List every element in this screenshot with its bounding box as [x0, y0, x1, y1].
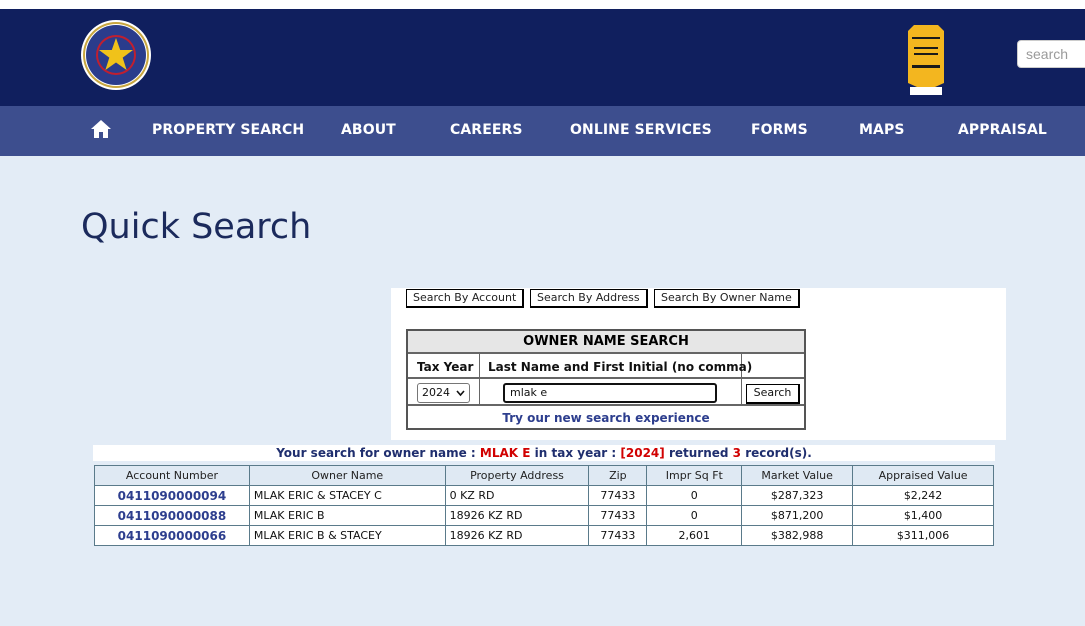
owner-name-input[interactable]: mlak e	[503, 383, 717, 403]
impr-sqft-cell: 0	[646, 505, 743, 526]
address-cell: 18926 KZ RD	[444, 505, 590, 526]
col-zip[interactable]: Zip	[588, 465, 648, 486]
appraised-value-cell: $311,006	[852, 525, 994, 546]
appraised-value-cell: $1,400	[852, 505, 994, 526]
form-title: OWNER NAME SEARCH	[408, 331, 804, 354]
summary-count: 3	[732, 446, 742, 460]
account-number-link[interactable]: 0411090000066	[94, 525, 250, 546]
col-account-number[interactable]: Account Number	[94, 465, 250, 486]
summary-middle: in tax year :	[530, 446, 621, 460]
owner-name-label: Last Name and First Initial (no comma)	[488, 360, 753, 374]
top-strip	[0, 0, 1085, 9]
zip-cell: 77433	[588, 505, 648, 526]
chevron-down-icon	[456, 390, 465, 397]
site-header: search	[0, 9, 1085, 106]
nav-property-search[interactable]: PROPERTY SEARCH	[152, 122, 304, 138]
account-number-link[interactable]: 0411090000088	[94, 505, 250, 526]
main-nav: PROPERTY SEARCH ABOUT CAREERS ONLINE SER…	[0, 106, 1085, 156]
tax-year-label: Tax Year	[417, 360, 474, 374]
nav-careers[interactable]: CAREERS	[450, 122, 523, 138]
form-divider	[408, 404, 804, 406]
owner-name-cell: MLAK ERIC & STACEY C	[248, 485, 446, 506]
table-row: 0411090000094 MLAK ERIC & STACEY C 0 KZ …	[94, 485, 994, 506]
summary-suffix: record(s).	[741, 446, 812, 460]
result-summary: Your search for owner name : MLAK E in t…	[93, 445, 995, 461]
table-row: 0411090000088 MLAK ERIC B 18926 KZ RD 77…	[94, 505, 994, 526]
nav-appraisal[interactable]: APPRAISAL	[958, 122, 1047, 138]
col-impr-sq-ft[interactable]: Impr Sq Ft	[646, 465, 743, 486]
search-by-address-button[interactable]: Search By Address	[530, 289, 648, 308]
summary-year: [2024]	[620, 446, 665, 460]
zip-cell: 77433	[588, 485, 648, 506]
tax-year-value: 2024	[422, 386, 450, 399]
account-number-link[interactable]: 0411090000094	[94, 485, 250, 506]
address-cell: 18926 KZ RD	[444, 525, 590, 546]
nav-maps[interactable]: MAPS	[859, 122, 905, 138]
nav-online-services[interactable]: ONLINE SERVICES	[570, 122, 712, 138]
col-property-address[interactable]: Property Address	[444, 465, 590, 486]
search-by-owner-button[interactable]: Search By Owner Name	[654, 289, 800, 308]
site-search-input[interactable]: search	[1017, 40, 1085, 68]
search-by-account-button[interactable]: Search By Account	[406, 289, 525, 308]
page-title: Quick Search	[81, 207, 312, 247]
address-cell: 0 KZ RD	[444, 485, 590, 506]
appraised-value-cell: $2,242	[852, 485, 994, 506]
col-owner-name[interactable]: Owner Name	[248, 465, 446, 486]
search-button[interactable]: Search	[746, 384, 800, 404]
impr-sqft-cell: 2,601	[646, 525, 743, 546]
form-column-line	[479, 354, 480, 406]
market-value-cell: $382,988	[741, 525, 854, 546]
impr-sqft-cell: 0	[646, 485, 743, 506]
owner-search-form: OWNER NAME SEARCH Tax Year Last Name and…	[406, 329, 806, 430]
new-search-link[interactable]: Try our new search experience	[408, 411, 804, 425]
form-divider	[408, 377, 804, 379]
nav-about[interactable]: ABOUT	[341, 122, 396, 138]
col-market-value[interactable]: Market Value	[741, 465, 854, 486]
hcad-logo[interactable]	[80, 19, 152, 91]
zip-cell: 77433	[588, 525, 648, 546]
market-value-cell: $871,200	[741, 505, 854, 526]
top-workplaces-badge	[908, 25, 944, 95]
summary-owner: MLAK E	[479, 446, 531, 460]
summary-returned: returned	[664, 446, 733, 460]
col-appraised-value[interactable]: Appraised Value	[852, 465, 994, 486]
summary-prefix: Your search for owner name :	[276, 446, 480, 460]
table-header-row: Account Number Owner Name Property Addre…	[94, 465, 994, 486]
owner-name-cell: MLAK ERIC B	[248, 505, 446, 526]
table-row: 0411090000066 MLAK ERIC B & STACEY 18926…	[94, 525, 994, 546]
tax-year-select[interactable]: 2024	[417, 383, 470, 403]
nav-forms[interactable]: FORMS	[751, 122, 808, 138]
results-table: Account Number Owner Name Property Addre…	[94, 465, 994, 546]
owner-name-cell: MLAK ERIC B & STACEY	[248, 525, 446, 546]
search-panel: Search By Account Search By Address Sear…	[391, 288, 1006, 440]
market-value-cell: $287,323	[741, 485, 854, 506]
home-icon[interactable]	[90, 119, 112, 139]
